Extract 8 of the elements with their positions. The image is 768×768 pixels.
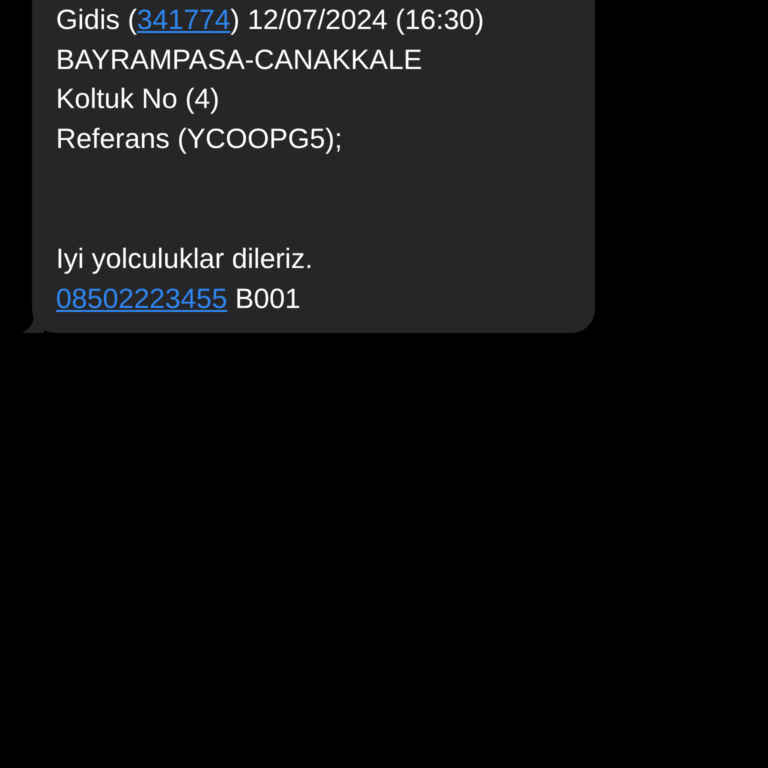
message-line: Referans (YCOOPG5); (56, 122, 344, 156)
message-line: Gidis (341774) 12/07/2024 (16:30) (56, 3, 486, 37)
message-line: Koltuk No (4) (56, 82, 220, 116)
message-line: Iyi yolculuklar dileriz. (56, 242, 314, 276)
message-link[interactable]: 341774 (136, 4, 230, 35)
message-link[interactable]: 08502223455 (56, 282, 228, 314)
message-line: 08502223455 B001 (56, 282, 302, 316)
message-line: BAYRAMPASA-CANAKKALE (56, 42, 424, 76)
